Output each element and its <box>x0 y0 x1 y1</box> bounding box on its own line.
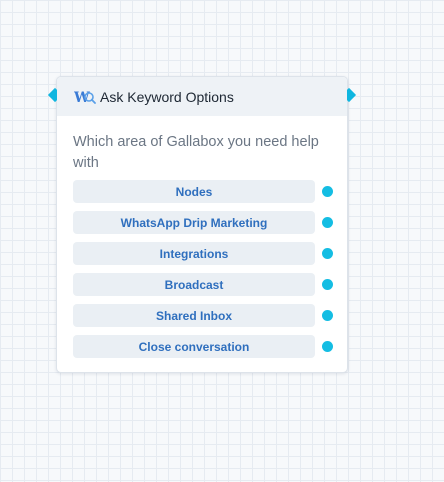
option-button-integrations[interactable]: Integrations <box>73 242 315 265</box>
option-row: Shared Inbox <box>73 304 349 327</box>
option-row: WhatsApp Drip Marketing <box>73 211 349 234</box>
ask-keyword-options-node[interactable]: W Ask Keyword Options Which area of Gall… <box>47 76 357 373</box>
option-row: Nodes <box>73 180 349 203</box>
svg-text:W: W <box>74 90 90 106</box>
option-button-shared-inbox[interactable]: Shared Inbox <box>73 304 315 327</box>
option-connector-handle[interactable] <box>322 217 333 228</box>
node-title: Ask Keyword Options <box>100 88 234 105</box>
option-connector-handle[interactable] <box>322 248 333 259</box>
option-connector-handle[interactable] <box>322 186 333 197</box>
option-connector-handle[interactable] <box>322 341 333 352</box>
option-button-close-conversation[interactable]: Close conversation <box>73 335 315 358</box>
node-header[interactable]: W Ask Keyword Options <box>57 77 347 116</box>
question-text: Which area of Gallabox you need help wit… <box>73 134 319 171</box>
option-button-whatsapp-drip-marketing[interactable]: WhatsApp Drip Marketing <box>73 211 315 234</box>
flow-canvas[interactable]: W Ask Keyword Options Which area of Gall… <box>0 0 444 482</box>
option-connector-handle[interactable] <box>322 279 333 290</box>
option-button-broadcast[interactable]: Broadcast <box>73 273 315 296</box>
option-row: Close conversation <box>73 335 349 358</box>
option-row: Broadcast <box>73 273 349 296</box>
option-button-nodes[interactable]: Nodes <box>73 180 315 203</box>
option-row: Integrations <box>73 242 349 265</box>
options-list: Nodes WhatsApp Drip Marketing Integratio… <box>73 180 349 366</box>
keyword-options-icon: W <box>74 88 96 106</box>
option-connector-handle[interactable] <box>322 310 333 321</box>
